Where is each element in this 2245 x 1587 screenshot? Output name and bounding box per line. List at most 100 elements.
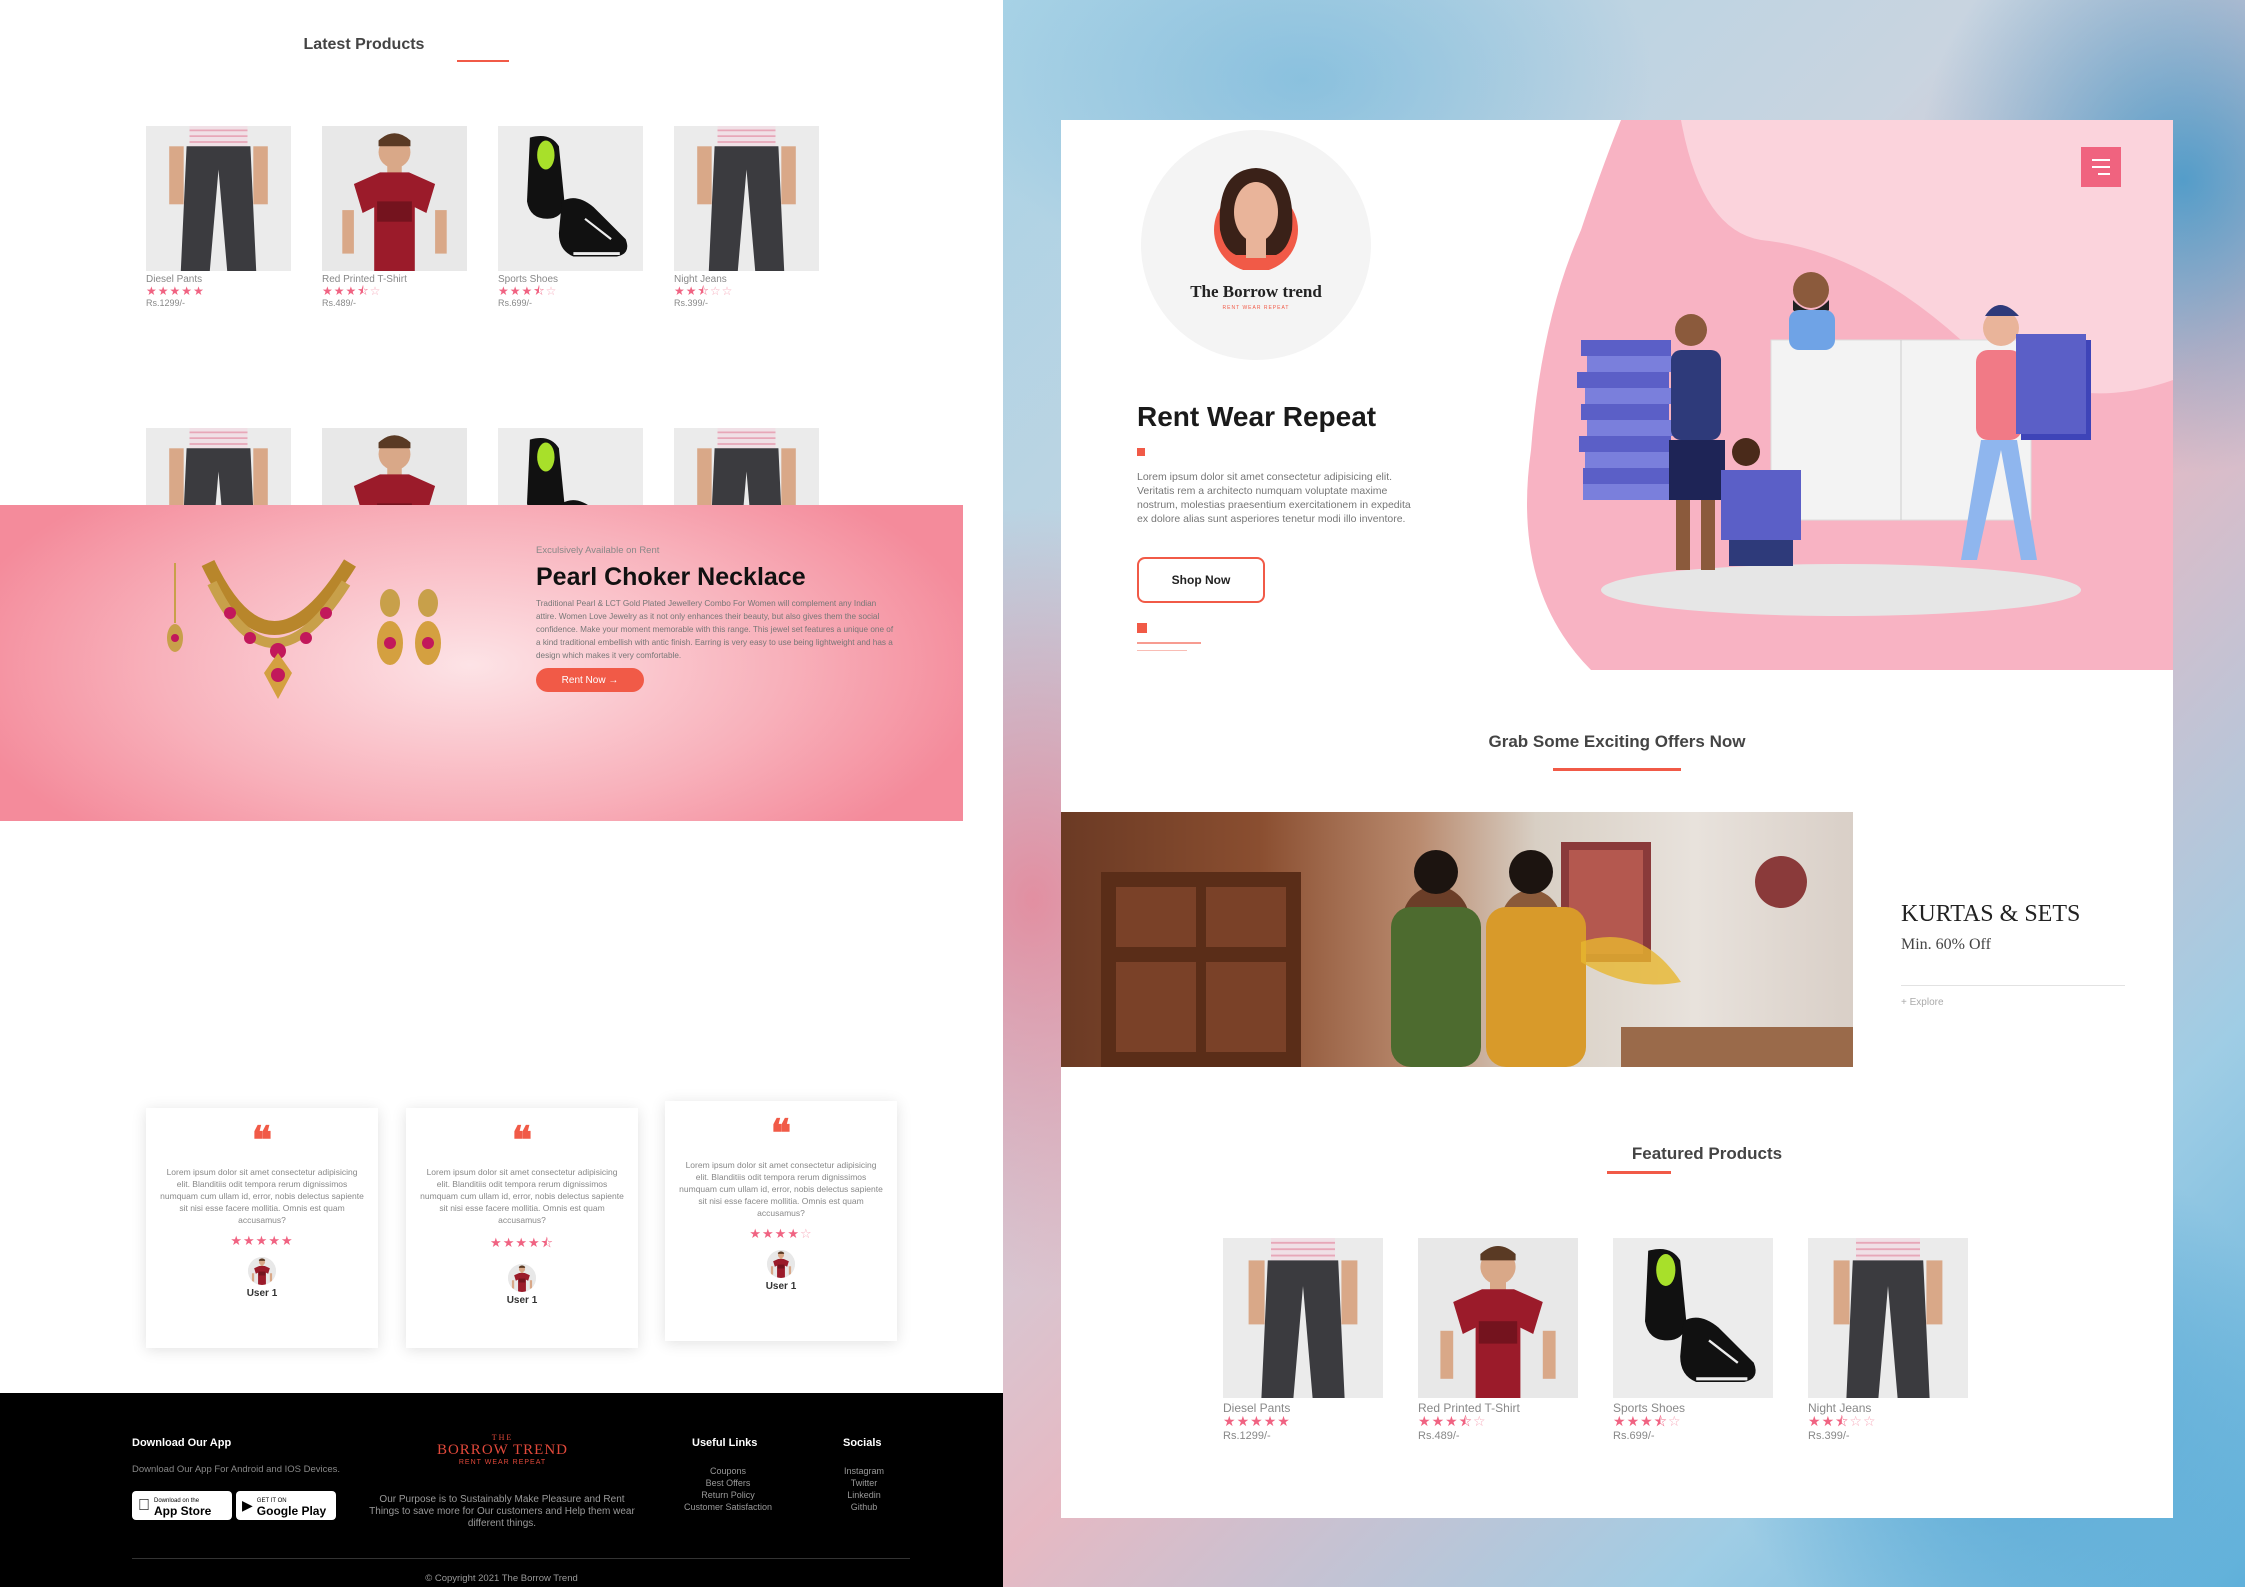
star-icon: ★: [498, 284, 510, 298]
social-link[interactable]: Twitter: [826, 1477, 902, 1489]
star-icon: ★: [280, 1234, 294, 1249]
star-icon: ★: [749, 1227, 763, 1242]
offers-underline: [1553, 768, 1681, 771]
menu-button[interactable]: [2081, 147, 2121, 187]
product-image[interactable]: [1808, 1238, 1968, 1398]
shop-now-button[interactable]: Shop Now: [1137, 557, 1265, 603]
footer-brand-the: THE: [491, 1433, 514, 1442]
star-half-icon: ⯪: [1835, 1414, 1850, 1430]
landing-page-mockup: The Borrow trend RENT WEAR REPEAT Rent W…: [1061, 120, 2173, 1518]
explore-link[interactable]: + Explore: [1901, 997, 1944, 1008]
apple-icon: : [138, 1497, 150, 1515]
footer-brand-name: BORROW TREND: [436, 1442, 569, 1458]
star-half-icon: ⯪: [1653, 1414, 1668, 1430]
star-empty-icon: ☆: [1849, 1414, 1863, 1430]
quote-icon: ❝: [251, 1117, 273, 1162]
featured-title: Featured Products: [1631, 1144, 1783, 1163]
product-card[interactable]: Sports Shoes ★★★⯪☆ Rs.699/-: [498, 126, 643, 308]
product-card[interactable]: Night Jeans ★★⯪☆☆ Rs.399/-: [1808, 1238, 1968, 1442]
menu-icon: [2092, 159, 2110, 161]
star-empty-icon: ☆: [1472, 1414, 1487, 1430]
star-icon: ★: [255, 1234, 269, 1249]
product-rating: ★★⯪☆☆: [1808, 1415, 1968, 1430]
latest-products-title: Latest Products: [303, 36, 425, 53]
testimonial-text: Lorem ipsum dolor sit amet consectetur a…: [420, 1167, 624, 1225]
footer-link[interactable]: Best Offers: [666, 1477, 790, 1489]
product-image[interactable]: [322, 126, 467, 271]
product-image[interactable]: [498, 126, 643, 271]
star-half-icon: ⯪: [1458, 1414, 1473, 1430]
social-link[interactable]: Instagram: [826, 1465, 902, 1477]
product-name[interactable]: Diesel Pants: [1223, 1401, 1383, 1415]
copyright: © Copyright 2021 The Borrow Trend: [425, 1573, 578, 1584]
product-image[interactable]: [674, 126, 819, 271]
star-icon: ★: [1808, 1414, 1822, 1430]
star-icon: ★: [243, 1234, 256, 1249]
product-card[interactable]: Night Jeans ★★⯪☆☆ Rs.399/-: [674, 126, 819, 308]
star-icon: ★: [1821, 1414, 1836, 1430]
star-icon: ★: [1277, 1414, 1291, 1430]
star-icon: ★: [1626, 1414, 1641, 1430]
app-store-badge[interactable]:  Download on the App Store: [132, 1491, 232, 1520]
hero-slider-line-2: [1137, 650, 1187, 651]
rent-now-button[interactable]: Rent Now →: [536, 668, 644, 692]
product-name[interactable]: Sports Shoes: [1613, 1401, 1773, 1415]
product-image[interactable]: [1223, 1238, 1383, 1398]
star-icon: ★: [1431, 1414, 1446, 1430]
product-name[interactable]: Red Printed T-Shirt: [1418, 1401, 1578, 1415]
testimonial-rating: ★★★★⯪: [406, 1234, 638, 1256]
product-price: Rs.489/-: [322, 298, 357, 308]
star-icon: ★: [521, 284, 534, 298]
latest-products-underline: [457, 60, 509, 62]
promo-title: Pearl Choker Necklace: [536, 563, 806, 591]
star-empty-icon: ☆: [369, 284, 382, 298]
product-image[interactable]: [1418, 1238, 1578, 1398]
latest-products-row-1: Diesel Pants ★★★★★ Rs.1299/- Red Printed…: [146, 126, 850, 308]
product-price: Rs.699/-: [1613, 1430, 1655, 1442]
testimonial-rating: ★★★★☆: [665, 1227, 897, 1242]
hero-slider-dot[interactable]: [1137, 623, 1147, 633]
footer-link[interactable]: Customer Satisfaction: [666, 1501, 790, 1513]
footer: Download Our App Download Our App For An…: [0, 1393, 1003, 1587]
product-image[interactable]: [146, 126, 291, 271]
kurtas-banner-image[interactable]: [1061, 812, 1853, 1067]
footer-link[interactable]: Coupons: [666, 1465, 790, 1477]
quote-icon: ❝: [511, 1117, 533, 1162]
product-card[interactable]: Diesel Pants ★★★★★ Rs.1299/-: [1223, 1238, 1383, 1442]
logo-tag: RENT WEAR REPEAT: [1222, 305, 1290, 311]
product-price: Rs.399/-: [674, 298, 709, 308]
logo: The Borrow trend RENT WEAR REPEAT: [1141, 130, 1371, 360]
offer-title: KURTAS & SETS: [1901, 901, 2081, 927]
star-half-icon: ⯪: [540, 1236, 554, 1251]
google-play-badge[interactable]: ▶ GET IT ON Google Play: [236, 1491, 336, 1520]
footer-link[interactable]: Return Policy: [666, 1489, 790, 1501]
socials-list: Instagram Twitter Linkedin Github: [826, 1465, 902, 1513]
product-card[interactable]: Red Printed T-Shirt ★★★⯪☆ Rs.489/-: [1418, 1238, 1578, 1442]
product-card[interactable]: Sports Shoes ★★★⯪☆ Rs.699/-: [1613, 1238, 1773, 1442]
product-image[interactable]: [1613, 1238, 1773, 1398]
left-panel: Latest Products Diesel Pants ★★★★★ Rs.12…: [0, 0, 1003, 1587]
star-icon: ★: [528, 1236, 541, 1251]
star-icon: ★: [333, 284, 346, 298]
logo-woman-icon: [1214, 168, 1298, 270]
star-empty-icon: ☆: [721, 284, 734, 298]
quote-icon: ❝: [770, 1110, 792, 1155]
testimonial-rating: ★★★★★: [146, 1234, 378, 1249]
social-link[interactable]: Github: [826, 1501, 902, 1513]
socials-title: Socials: [843, 1437, 882, 1449]
offer-subtitle: Min. 60% Off: [1901, 936, 1991, 953]
star-icon: ★: [345, 284, 358, 298]
useful-links-title: Useful Links: [692, 1437, 758, 1449]
product-card[interactable]: Red Printed T-Shirt ★★★⯪☆ Rs.489/-: [322, 126, 467, 308]
logo-name: The Borrow trend: [1190, 282, 1322, 301]
footer-purpose: Our Purpose is to Sustainably Make Pleas…: [369, 1494, 635, 1529]
social-link[interactable]: Linkedin: [826, 1489, 902, 1501]
star-icon: ★: [1250, 1414, 1264, 1430]
star-icon: ★: [674, 284, 686, 298]
product-name[interactable]: Night Jeans: [1808, 1401, 1968, 1415]
featured-products-row: Diesel Pants ★★★★★ Rs.1299/- Red Printed…: [1223, 1238, 2003, 1442]
product-card[interactable]: Diesel Pants ★★★★★ Rs.1299/-: [146, 126, 291, 308]
product-price: Rs.399/-: [1808, 1430, 1850, 1442]
testimonials: ❝ Lorem ipsum dolor sit amet consectetur…: [146, 1101, 906, 1351]
download-app-subtitle: Download Our App For Android and IOS Dev…: [132, 1464, 341, 1475]
